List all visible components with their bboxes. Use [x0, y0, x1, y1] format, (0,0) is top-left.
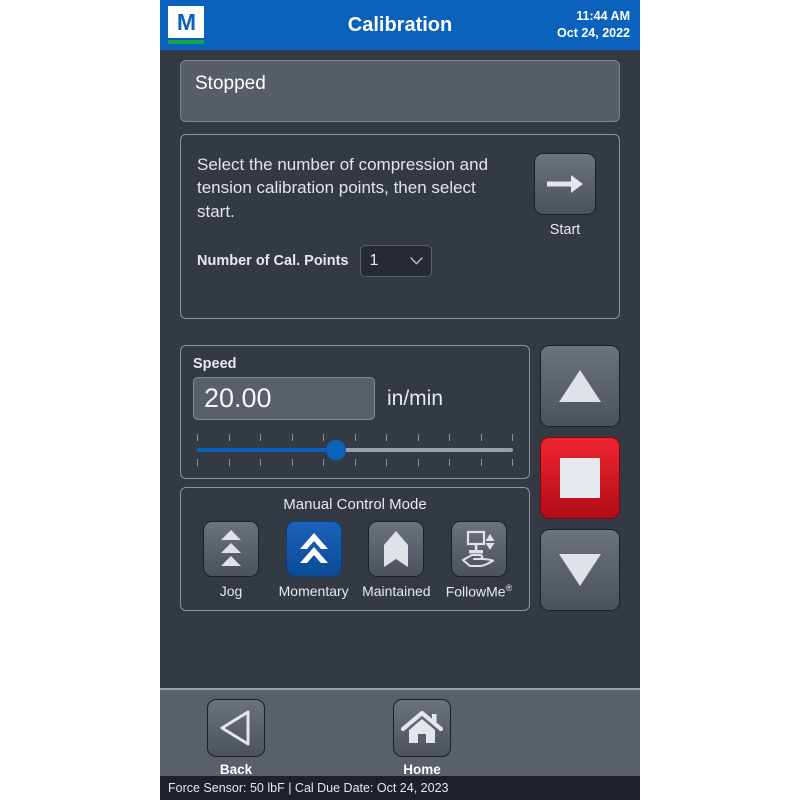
mode-item-maintained[interactable]: Maintained — [356, 521, 436, 600]
slider-tick — [197, 434, 198, 441]
slider-tick — [228, 459, 230, 466]
status-panel: Stopped — [180, 60, 620, 122]
up-triangle-icon — [559, 370, 601, 402]
app-header: M Calibration 11:44 AM Oct 24, 2022 — [160, 0, 640, 50]
main-content: Stopped Select the number of compression… — [160, 50, 640, 688]
lower-left-column: Speed 20.00 in/min Manual Control Mode J… — [180, 345, 530, 688]
instructions-panel: Select the number of compression and ten… — [180, 134, 620, 319]
arrow-right-icon — [547, 175, 583, 193]
brand-logo: M — [168, 6, 204, 44]
back-triangle-icon — [220, 710, 250, 746]
home-button[interactable] — [393, 699, 451, 757]
slider-tick — [480, 459, 482, 466]
jog-down-button[interactable] — [540, 529, 620, 611]
slider-tick — [386, 434, 387, 441]
speed-panel: Speed 20.00 in/min — [180, 345, 530, 479]
cal-points-dropdown[interactable]: 1 — [360, 245, 433, 278]
slider-tick — [480, 434, 482, 441]
maintained-label: Maintained — [362, 583, 431, 599]
slider-tick — [354, 434, 356, 441]
momentary-button[interactable] — [285, 521, 342, 577]
followme-button[interactable] — [450, 521, 507, 577]
slider-track-area[interactable] — [197, 440, 513, 460]
speed-unit: in/min — [387, 386, 444, 410]
speed-row: 20.00 in/min — [193, 377, 517, 420]
slider-ticks-top — [197, 434, 513, 441]
slider-ticks-bottom — [197, 459, 513, 466]
slider-tick — [228, 434, 230, 441]
momentary-label: Momentary — [278, 583, 349, 599]
slider-tick — [323, 434, 324, 441]
device-screen: M Calibration 11:44 AM Oct 24, 2022 Stop… — [160, 0, 640, 800]
jog-controls — [540, 345, 620, 688]
nav-item-home[interactable]: Home — [369, 699, 475, 777]
logo-letter: M — [168, 6, 204, 38]
slider-tick — [354, 459, 356, 466]
instructions-text: Select the number of compression and ten… — [197, 155, 489, 221]
start-button[interactable] — [534, 153, 596, 215]
status-footer: Force Sensor: 50 lbF | Cal Due Date: Oct… — [160, 776, 640, 800]
slider-tick — [260, 459, 261, 466]
slider-tick — [449, 434, 450, 441]
mode-item-momentary[interactable]: Momentary — [274, 521, 354, 600]
slider-track-fill — [197, 448, 337, 452]
cal-points-row: Number of Cal. Points 1 — [197, 245, 517, 278]
stop-square-icon — [560, 458, 600, 498]
manual-control-mode-title: Manual Control Mode — [283, 496, 427, 513]
followme-label: FollowMe® — [446, 583, 513, 600]
speed-label: Speed — [193, 356, 237, 372]
slider-tick — [449, 459, 450, 466]
mode-item-followme[interactable]: FollowMe® — [439, 521, 519, 600]
slider-tick — [417, 434, 419, 441]
mode-item-jog[interactable]: Jog — [191, 521, 271, 600]
lower-zone: Speed 20.00 in/min Manual Control Mode J… — [180, 345, 620, 688]
jog-up-button[interactable] — [540, 345, 620, 427]
home-label: Home — [403, 762, 441, 777]
header-time: 11:44 AM — [576, 9, 630, 24]
speed-slider[interactable] — [193, 434, 517, 466]
triple-up-triangle-icon — [221, 530, 241, 566]
slider-tick — [512, 434, 513, 441]
slider-tick — [512, 459, 513, 466]
slider-tick — [386, 459, 387, 466]
mode-row: Jog Momentary Maintained FollowMe® — [191, 521, 519, 600]
slider-tick — [260, 434, 261, 441]
header-clock: 11:44 AM Oct 24, 2022 — [557, 8, 630, 42]
status-text: Stopped — [195, 73, 266, 94]
bottom-navbar: Back Home — [160, 688, 640, 777]
back-button[interactable] — [207, 699, 265, 757]
registered-mark: ® — [505, 583, 513, 593]
footer-text: Force Sensor: 50 lbF | Cal Due Date: Oct… — [168, 781, 449, 795]
nav-item-back[interactable]: Back — [183, 699, 289, 777]
pennant-up-icon — [384, 531, 409, 567]
header-date: Oct 24, 2022 — [557, 26, 630, 40]
slider-tick — [197, 459, 198, 466]
jog-button[interactable] — [203, 521, 259, 577]
down-triangle-icon — [559, 554, 601, 586]
logo-green-bar — [168, 40, 204, 44]
back-label: Back — [219, 762, 253, 777]
jog-label: Jog — [219, 583, 243, 599]
slider-tick — [323, 459, 324, 466]
instructions-right: Start — [527, 153, 603, 302]
speed-value: 20.00 — [204, 383, 272, 413]
start-label: Start — [549, 222, 581, 238]
slider-thumb[interactable] — [326, 440, 347, 460]
cal-points-value: 1 — [369, 252, 379, 270]
instructions-left: Select the number of compression and ten… — [197, 153, 527, 302]
stop-button[interactable] — [540, 437, 620, 519]
speed-input[interactable]: 20.00 — [193, 377, 375, 420]
chevron-down-icon — [410, 257, 424, 265]
cal-points-label: Number of Cal. Points — [197, 253, 349, 270]
slider-tick — [291, 434, 293, 441]
manual-control-mode-panel: Manual Control Mode Jog Momentary Mainta… — [180, 487, 530, 611]
double-chevron-up-icon — [299, 533, 328, 563]
maintained-button[interactable] — [368, 521, 425, 577]
home-icon — [401, 710, 443, 743]
slider-tick — [291, 459, 293, 466]
slider-tick — [417, 459, 419, 466]
followme-text: FollowMe — [445, 583, 506, 600]
hand-press-icon — [461, 530, 495, 568]
